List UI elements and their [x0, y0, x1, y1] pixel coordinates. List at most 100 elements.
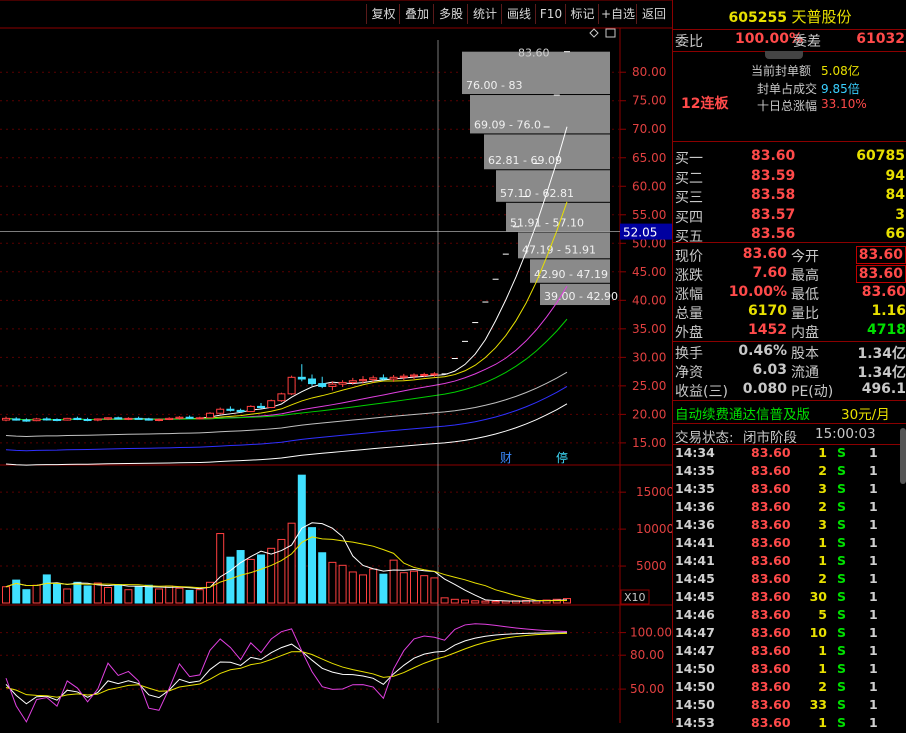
volume-bar: [175, 587, 184, 604]
price-tick-label: 30.00: [632, 350, 666, 364]
tick-side: S: [837, 589, 847, 604]
f10-button[interactable]: F10: [535, 4, 566, 24]
bid-volume: 3: [895, 206, 905, 223]
tick-price: 83.60: [751, 607, 791, 622]
seal-amount-label: 当前封单额: [751, 64, 812, 78]
candle-body: [22, 419, 31, 422]
candle-body: [53, 419, 61, 422]
quote-value: 10.00%: [728, 284, 787, 300]
tick-price: 83.60: [751, 625, 791, 640]
commission-diff-value: 61032: [856, 31, 905, 47]
quote-label: 涨跌: [675, 268, 703, 284]
candle-body: [83, 419, 92, 422]
volume-tick-label: 5000: [636, 559, 667, 573]
volume-bar: [63, 588, 72, 604]
quote-value: 0.080: [742, 381, 787, 397]
candle-body: [104, 417, 112, 420]
tick-volume: 3: [818, 481, 827, 496]
tick-count: 1: [869, 607, 878, 622]
ma-line-20: [5, 286, 568, 421]
tick-row: 14:35 83.60 2 S 1: [673, 463, 906, 481]
tick-side: S: [837, 553, 847, 568]
volume-bar: [195, 589, 204, 604]
volume-bar: [42, 574, 51, 604]
quote-label: 涨幅: [675, 287, 703, 303]
volume-bar: [308, 527, 316, 604]
collapse-handle[interactable]: [765, 51, 803, 59]
add-watchlist-button[interactable]: +自选: [598, 4, 637, 24]
overlay-button[interactable]: 叠加: [399, 4, 434, 24]
candle-body: [297, 376, 306, 380]
price-tick-label: 75.00: [632, 94, 666, 108]
tick-scrollbar[interactable]: [900, 428, 906, 484]
price-tick-label: 40.00: [632, 293, 666, 307]
ten-day-label: 十日总涨幅: [757, 99, 818, 113]
volume-bar: [124, 589, 133, 604]
price-tick-label: 80.00: [632, 65, 666, 79]
tick-time: 14:36: [675, 499, 715, 514]
candle-body: [338, 381, 347, 385]
volume-bar: [471, 600, 480, 604]
tick-row: 14:41 83.60 1 S 1: [673, 553, 906, 571]
tick-side: S: [837, 607, 847, 622]
crosshair-price-label: 52.05: [623, 226, 657, 240]
commission-row: 委比 100.00% 委差 61032: [673, 31, 906, 51]
quote-label: 收益(三): [675, 384, 728, 400]
volume-bar: [359, 574, 367, 604]
seal-amount-value: 5.08亿: [821, 64, 860, 78]
volume-bar: [22, 589, 31, 604]
quote-value: 83.60: [861, 284, 906, 300]
tick-time: 14:47: [675, 643, 715, 658]
kline-chart[interactable]: 15.00 20.00 25.00 30.00 35.00 40.00 45.00 50.00…: [0, 0, 672, 723]
statistics-button[interactable]: 统计: [467, 4, 502, 24]
chip-range-label: 57.10 - 62.81: [500, 187, 574, 200]
back-button[interactable]: 返回: [636, 4, 671, 24]
multi-stock-button[interactable]: 多股: [433, 4, 468, 24]
tick-time: 14:45: [675, 571, 715, 586]
quote-label: PE(动): [791, 384, 834, 400]
ten-day-value: 33.10%: [821, 97, 867, 111]
tick-time: 14:47: [675, 625, 715, 640]
stock-header: 605255 天普股份: [673, 6, 906, 27]
tick-count: 1: [869, 463, 878, 478]
volume-bar: [379, 573, 388, 604]
draw-line-button[interactable]: 画线: [501, 4, 536, 24]
volume-bar: [491, 601, 500, 604]
window-icon: [605, 28, 616, 38]
volume-bar: [420, 575, 429, 604]
tick-volume: 30: [809, 589, 827, 604]
tick-volume: 33: [809, 697, 827, 712]
bid-price: 83.57: [751, 206, 796, 223]
tick-volume: 10: [809, 625, 827, 640]
price-tick-label: 25.00: [632, 379, 666, 393]
tick-price: 83.60: [751, 679, 791, 694]
tick-side: S: [837, 625, 847, 640]
volume-bar: [461, 599, 469, 604]
quote-value: 1.34亿: [857, 346, 906, 362]
tick-volume: 2: [818, 463, 827, 478]
candle-body: [430, 373, 439, 376]
bid-volume: 66: [885, 226, 905, 242]
tick-time: 14:36: [675, 517, 715, 532]
tick-volume: 2: [818, 571, 827, 586]
chip-range-label: 47.19 - 51.91: [522, 243, 596, 256]
tick-price: 83.60: [751, 589, 791, 604]
stock-code: 605255: [728, 10, 787, 26]
tick-price: 83.60: [751, 697, 791, 712]
indicator-tick-label: 50.00: [630, 682, 664, 696]
tick-side: S: [837, 445, 847, 460]
tick-volume: 1: [818, 445, 827, 460]
mark-button[interactable]: 标记: [565, 4, 599, 24]
ad-price: 30元/月: [841, 407, 890, 423]
restore-rights-button[interactable]: 复权: [366, 4, 400, 24]
tick-row: 14:41 83.60 1 S 1: [673, 535, 906, 553]
volume-bar: [236, 550, 245, 604]
tick-side: S: [837, 499, 847, 514]
tick-count: 1: [869, 643, 878, 658]
bid-label: 买五: [675, 229, 703, 245]
tick-volume: 5: [818, 607, 827, 622]
volume-bar: [73, 581, 82, 604]
price-tick-label: 65.00: [632, 151, 666, 165]
commission-diff-label: 委差: [793, 34, 821, 50]
tick-count: 1: [869, 445, 878, 460]
